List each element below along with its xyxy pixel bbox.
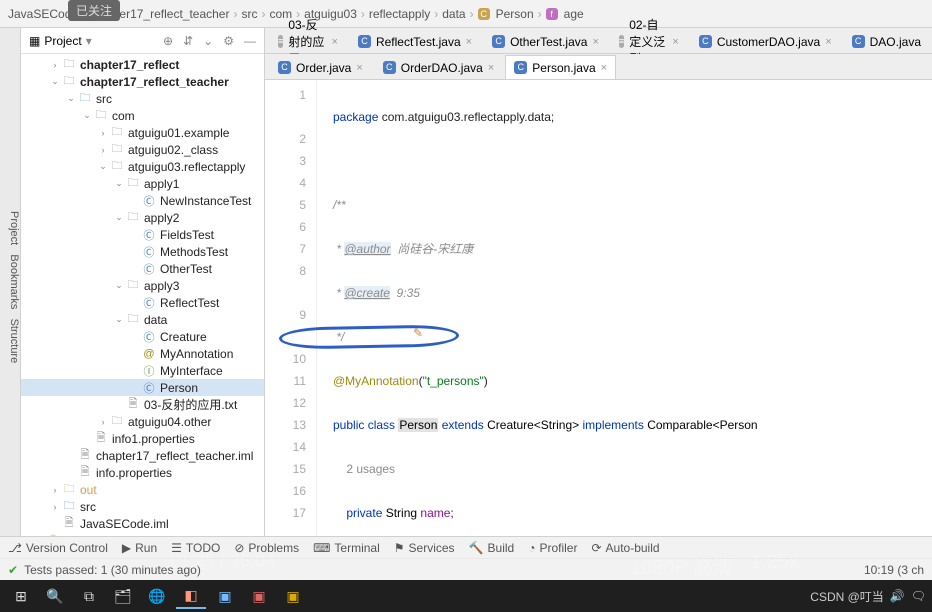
tab-person[interactable]: CPerson.java× bbox=[505, 55, 616, 79]
app-icon-2[interactable]: ▣ bbox=[244, 583, 274, 609]
close-icon[interactable]: × bbox=[672, 36, 678, 48]
tree-myannotation[interactable]: MyAnnotation bbox=[160, 347, 233, 361]
tree-info1[interactable]: info1.properties bbox=[112, 432, 195, 446]
tree-atguigu01[interactable]: atguigu01.example bbox=[128, 126, 229, 140]
tab-dao[interactable]: CDAO.java bbox=[843, 29, 930, 53]
watermark: CSDN @叮当 bbox=[810, 588, 884, 605]
left-rail[interactable]: Project Bookmarks Structure bbox=[0, 28, 21, 536]
app-icon[interactable]: ▣ bbox=[210, 583, 240, 609]
project-tree[interactable]: ›🗀chapter17_reflect ⌄🗀chapter17_reflect_… bbox=[21, 54, 264, 536]
code-text[interactable]: package com.atguigu03.reflectapply.data;… bbox=[317, 80, 932, 536]
explorer-icon[interactable]: 🗂 bbox=[108, 583, 138, 609]
project-panel-header: ▦ Project ▾ ⊕ ⇵ ⌄ ⚙ — bbox=[21, 28, 264, 54]
profiler-tool[interactable]: ◔ Profiler bbox=[528, 541, 577, 555]
tree-out[interactable]: out bbox=[80, 483, 97, 497]
tree-external-libs[interactable]: External Libraries bbox=[64, 534, 157, 537]
tree-othertest[interactable]: OtherTest bbox=[160, 262, 212, 276]
code-editor[interactable]: 1 2345678 91011121314151617 18 package c… bbox=[265, 80, 932, 536]
tree-apply2[interactable]: apply2 bbox=[144, 211, 179, 225]
todo-tool[interactable]: ☰ TODO bbox=[171, 541, 220, 555]
pen-cursor-icon: ✎ bbox=[413, 322, 429, 338]
gutter: 1 2345678 91011121314151617 18 bbox=[265, 80, 317, 536]
tab-reflecttest[interactable]: CReflectTest.java× bbox=[349, 29, 481, 53]
tab-order[interactable]: COrder.java× bbox=[269, 55, 372, 79]
expand-icon[interactable]: ⇵ bbox=[183, 34, 193, 48]
tab-row-2: COrder.java× COrderDAO.java× CPerson.jav… bbox=[265, 54, 932, 80]
select-icon[interactable]: ⊕ bbox=[163, 34, 173, 48]
status-bar: ✔ Tests passed: 1 (30 minutes ago) 10:19 … bbox=[0, 558, 932, 580]
crumb-8[interactable]: age bbox=[564, 7, 584, 21]
tree-com[interactable]: com bbox=[112, 109, 135, 123]
tree-chapter17-reflect-teacher[interactable]: chapter17_reflect_teacher bbox=[80, 75, 229, 89]
close-icon[interactable]: × bbox=[466, 36, 472, 48]
problems-tool[interactable]: ⊘ Problems bbox=[234, 541, 299, 555]
follow-badge: 已关注 bbox=[68, 0, 120, 21]
tree-atguigu02[interactable]: atguigu02._class bbox=[128, 143, 218, 157]
tree-atguigu03[interactable]: atguigu03.reflectapply bbox=[128, 160, 245, 174]
project-tool-window: ▦ Project ▾ ⊕ ⇵ ⌄ ⚙ — ›🗀chapter17_reflec… bbox=[21, 28, 265, 536]
cursor-position: 10:19 (3 ch bbox=[864, 563, 924, 577]
search-button[interactable]: 🔍 bbox=[40, 583, 70, 609]
app-icon-3[interactable]: ▣ bbox=[278, 583, 308, 609]
tree-apply1[interactable]: apply1 bbox=[144, 177, 179, 191]
editor-area: ≡03-反射的应用.txt× CReflectTest.java× COther… bbox=[265, 28, 932, 536]
close-icon[interactable]: × bbox=[592, 36, 598, 48]
gear-icon[interactable]: ⚙ bbox=[223, 34, 234, 48]
tree-fieldstest[interactable]: FieldsTest bbox=[160, 228, 214, 242]
tree-src2[interactable]: src bbox=[80, 500, 96, 514]
services-tool[interactable]: ⚑ Services bbox=[394, 541, 455, 555]
crumb-2[interactable]: src bbox=[241, 7, 257, 21]
chevron-down-icon[interactable]: ▾ bbox=[86, 34, 92, 48]
tests-status: Tests passed: 1 (30 minutes ago) bbox=[24, 563, 201, 577]
crumb-6[interactable]: data bbox=[442, 7, 465, 21]
field-badge: f bbox=[546, 8, 558, 20]
build-tool[interactable]: 🔨 Build bbox=[469, 541, 515, 555]
tree-reflecttest[interactable]: ReflectTest bbox=[160, 296, 219, 310]
tree-03txt[interactable]: 03-反射的应用.txt bbox=[144, 396, 237, 413]
collapse-icon[interactable]: ⌄ bbox=[203, 34, 213, 48]
edge-icon[interactable]: 🌐 bbox=[142, 583, 172, 609]
tree-apply3[interactable]: apply3 bbox=[144, 279, 179, 293]
tree-data[interactable]: data bbox=[144, 313, 167, 327]
tree-person[interactable]: Person bbox=[160, 381, 198, 395]
close-icon[interactable]: × bbox=[601, 62, 607, 74]
bottom-toolbar: ⎇ Version Control ▶ Run ☰ TODO ⊘ Problem… bbox=[0, 536, 932, 558]
tab-orderdao[interactable]: COrderDAO.java× bbox=[374, 55, 503, 79]
crumb-7[interactable]: Person bbox=[496, 7, 534, 21]
tab-othertest[interactable]: COtherTest.java× bbox=[483, 29, 608, 53]
success-icon: ✔ bbox=[8, 563, 18, 577]
class-badge: C bbox=[478, 8, 490, 20]
tree-info[interactable]: info.properties bbox=[96, 466, 172, 480]
intellij-icon[interactable]: ◧ bbox=[176, 583, 206, 609]
tree-newinstancetest[interactable]: NewInstanceTest bbox=[160, 194, 251, 208]
tree-chapter17-reflect[interactable]: chapter17_reflect bbox=[80, 58, 179, 72]
tree-creature[interactable]: Creature bbox=[160, 330, 207, 344]
project-icon: ▦ bbox=[29, 34, 40, 48]
windows-taskbar: ⊞ 🔍 ⧉ 🗂 🌐 ◧ ▣ ▣ ▣ CSDN @叮当 🔊 🗨 bbox=[0, 580, 932, 612]
tree-iml[interactable]: chapter17_reflect_teacher.iml bbox=[96, 449, 253, 463]
close-icon[interactable]: × bbox=[488, 62, 494, 74]
tree-methodstest[interactable]: MethodsTest bbox=[160, 245, 228, 259]
version-control[interactable]: ⎇ Version Control bbox=[8, 541, 108, 555]
breadcrumb: JavaSECode› chapter17_reflect_teacher› s… bbox=[0, 0, 932, 28]
close-icon[interactable]: × bbox=[825, 36, 831, 48]
tree-javasecodeiml[interactable]: JavaSECode.iml bbox=[80, 517, 169, 531]
run-tool[interactable]: ▶ Run bbox=[122, 541, 157, 555]
tree-myinterface[interactable]: MyInterface bbox=[160, 364, 223, 378]
tab-customerdao[interactable]: CCustomerDAO.java× bbox=[690, 29, 841, 53]
start-button[interactable]: ⊞ bbox=[6, 583, 36, 609]
close-icon[interactable]: × bbox=[356, 62, 362, 74]
tab-row-1: ≡03-反射的应用.txt× CReflectTest.java× COther… bbox=[265, 28, 932, 54]
tree-src[interactable]: src bbox=[96, 92, 112, 106]
tab-03txt[interactable]: ≡03-反射的应用.txt× bbox=[269, 29, 347, 53]
project-title[interactable]: Project bbox=[44, 34, 81, 48]
crumb-5[interactable]: reflectapply bbox=[369, 7, 430, 21]
hide-icon[interactable]: — bbox=[244, 34, 256, 48]
tree-atguigu04[interactable]: atguigu04.other bbox=[128, 415, 211, 429]
tab-02txt[interactable]: ≡02-自定义泛型.txt× bbox=[610, 29, 688, 53]
close-icon[interactable]: × bbox=[332, 36, 338, 48]
autobuild-tool[interactable]: ⟳ Auto-build bbox=[591, 541, 659, 555]
terminal-tool[interactable]: ⌨ Terminal bbox=[313, 541, 380, 555]
task-view[interactable]: ⧉ bbox=[74, 583, 104, 609]
